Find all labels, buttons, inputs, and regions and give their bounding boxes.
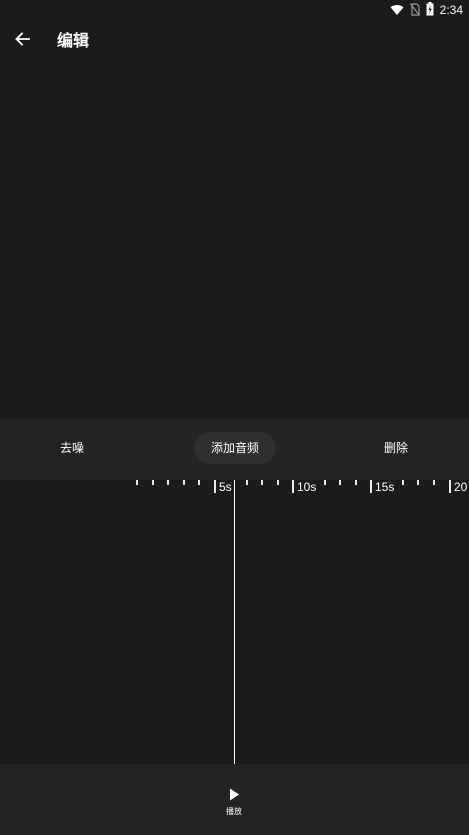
- no-sim-icon: [409, 1, 420, 20]
- ruler-tick: [136, 480, 138, 485]
- ruler-tick: [261, 480, 263, 485]
- status-icons: 2:34: [390, 1, 463, 20]
- video-preview: [0, 62, 469, 418]
- ruler-tick: [433, 480, 435, 485]
- ruler-label-10s: 10s: [297, 480, 317, 494]
- status-bar: 2:34: [0, 0, 469, 20]
- ruler-tick: [183, 480, 185, 485]
- play-label: 播放: [226, 807, 242, 816]
- add-audio-button[interactable]: 添加音频: [194, 432, 276, 464]
- edit-toolbar: 去噪 添加音频 删除: [0, 418, 469, 480]
- play-icon: [228, 786, 240, 805]
- ruler-label-15s: 15s: [375, 480, 395, 494]
- ruler-tick: [355, 480, 357, 485]
- ruler-tick-major: [370, 480, 372, 493]
- ruler-tick-major: [449, 480, 451, 493]
- ruler-tick: [152, 480, 154, 485]
- playhead[interactable]: [234, 480, 235, 764]
- ruler-tick: [198, 480, 200, 485]
- page-title: 编辑: [57, 31, 90, 50]
- delete-button[interactable]: 删除: [366, 432, 426, 464]
- ruler-tick: [417, 480, 419, 485]
- ruler-tick-major: [214, 480, 216, 493]
- denoise-button[interactable]: 去噪: [42, 432, 102, 464]
- ruler-tick: [167, 480, 169, 485]
- arrow-left-icon: [14, 31, 30, 51]
- wifi-icon: [390, 1, 404, 20]
- back-button[interactable]: [10, 29, 34, 53]
- battery-charging-icon: [426, 1, 434, 20]
- ruler-tick: [402, 480, 404, 485]
- ruler-label-5s: 5s: [219, 480, 232, 494]
- app-bar: 编辑: [0, 20, 469, 62]
- bottom-bar: 播放: [0, 764, 469, 835]
- ruler-tick: [277, 480, 279, 485]
- play-button[interactable]: 播放: [214, 786, 254, 820]
- ruler-tick-major: [292, 480, 294, 493]
- ruler-label-20s: 20: [454, 480, 468, 494]
- ruler-tick: [339, 480, 341, 485]
- ruler-tick: [324, 480, 326, 485]
- status-time: 2:34: [439, 3, 463, 17]
- ruler-tick: [246, 480, 248, 485]
